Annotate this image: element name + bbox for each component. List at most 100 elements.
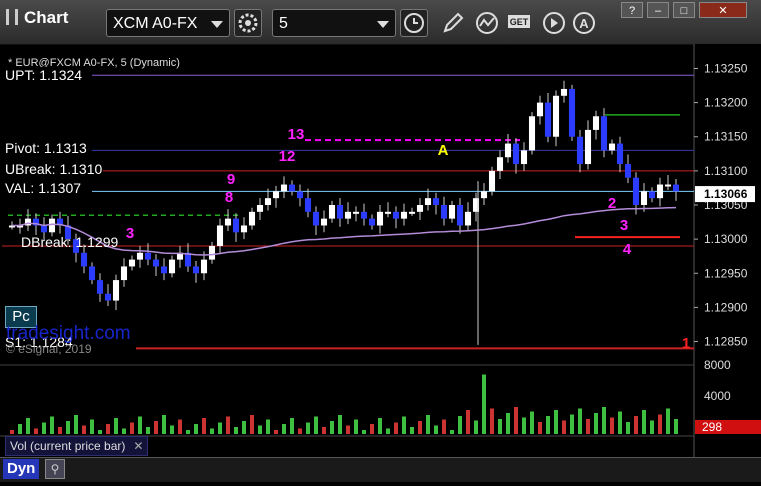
candle-body	[544, 102, 552, 137]
candle-body	[160, 266, 168, 274]
candle-body	[600, 116, 608, 151]
volume-axis-label: 4000	[704, 389, 731, 403]
dbreak-label: DBreak: 1.1299	[21, 234, 119, 250]
pencil-icon	[443, 12, 464, 33]
dyn-button[interactable]: Dyn	[3, 459, 40, 479]
lock-icon: ⚲	[50, 462, 60, 476]
candle-body	[304, 198, 312, 212]
candle-body	[480, 191, 488, 199]
play-button[interactable]	[541, 10, 567, 36]
candle-body	[136, 252, 144, 260]
candle-body	[152, 259, 160, 267]
settings-button[interactable]	[234, 9, 262, 37]
candle-body	[488, 170, 496, 192]
candle-body	[576, 136, 584, 165]
val-label: VAL: 1.1307	[4, 180, 83, 196]
chart-icon	[6, 9, 18, 25]
interval-dropdown[interactable]: 5	[272, 9, 396, 37]
candle-body	[424, 198, 432, 205]
vol-study-label[interactable]: Vol (current price bar) ✕	[5, 436, 149, 456]
studies-button[interactable]	[474, 10, 500, 36]
candle-body	[240, 225, 248, 233]
candle-body	[536, 102, 544, 117]
candle-body	[648, 191, 656, 199]
candle-body	[248, 211, 256, 226]
help-button[interactable]: ?	[621, 2, 643, 18]
candle-body	[312, 211, 320, 226]
candle-body	[416, 205, 424, 212]
minimize-button[interactable]: –	[647, 2, 669, 18]
candle-body	[608, 143, 616, 151]
get-button[interactable]: GET	[506, 10, 534, 36]
candle-body	[448, 205, 456, 219]
alert-button[interactable]: A	[571, 10, 597, 36]
candle-body	[328, 205, 336, 219]
candle-body	[592, 116, 600, 130]
interval-value: 5	[279, 15, 288, 32]
y-tick-label: 1.13200	[704, 96, 748, 110]
candle-body	[288, 184, 296, 192]
symbol-value: XCM A0-FX	[113, 15, 198, 32]
window-title-text: Chart	[24, 8, 69, 27]
candle-body	[88, 266, 96, 281]
annotation-marker: 4	[623, 241, 632, 258]
candle-body	[168, 259, 176, 274]
close-icon[interactable]: ✕	[133, 439, 143, 453]
lock-button[interactable]: ⚲	[45, 459, 65, 479]
minimize-icon: –	[654, 5, 662, 17]
volume-last-label: 298	[702, 420, 722, 434]
annotation-marker: 1	[682, 335, 690, 352]
candle-body	[528, 116, 536, 151]
close-button[interactable]: ✕	[699, 2, 747, 18]
annotation-marker: 9	[227, 171, 235, 188]
candle-body	[112, 280, 120, 301]
y-tick-label: 1.13100	[704, 164, 748, 178]
candle-body	[432, 198, 440, 205]
candle-body	[672, 184, 680, 192]
draw-button[interactable]	[440, 10, 466, 36]
maximize-button[interactable]: □	[673, 2, 695, 18]
candle-body	[280, 184, 288, 192]
play-icon	[543, 12, 565, 34]
symbol-dropdown[interactable]: XCM A0-FX	[106, 9, 230, 37]
price-chart[interactable]: 1.132501.132001.131501.131001.130501.130…	[0, 44, 761, 481]
candle-body	[584, 129, 592, 165]
candle-body	[104, 293, 112, 301]
volume-axis-label: 8000	[704, 358, 731, 372]
candle-body	[520, 150, 528, 165]
candle-body	[616, 143, 624, 165]
annotation-marker: 13	[288, 126, 305, 143]
candle-body	[208, 245, 216, 260]
annotation-marker: 8	[225, 189, 233, 206]
dyn-text: Dyn	[7, 460, 36, 477]
candle-body	[392, 211, 400, 219]
maximize-icon: □	[680, 5, 688, 17]
candle-body	[384, 211, 392, 214]
svg-text:A: A	[579, 16, 589, 31]
annotation-marker: 2	[608, 195, 616, 212]
y-tick-label: 1.13000	[704, 232, 748, 246]
candle-body	[192, 266, 200, 274]
candle-body	[144, 252, 152, 260]
candle-body	[552, 95, 560, 137]
vol-study-text: Vol (current price bar)	[10, 439, 126, 453]
annotation-marker: 12	[279, 148, 296, 165]
annotation-marker: A	[438, 142, 449, 159]
annotation-marker: 3	[620, 217, 628, 234]
candle-body	[504, 143, 512, 158]
window-title[interactable]: Chart	[6, 8, 68, 28]
candle-body	[632, 177, 640, 205]
candle-body	[224, 218, 232, 226]
chart-area[interactable]: 1.13250 1.13200 1.13150 1.13100 1.13050 1.130…	[0, 44, 761, 481]
study-icon	[476, 12, 498, 34]
candle-body	[360, 211, 368, 219]
candle-body	[200, 259, 208, 274]
svg-text:GET: GET	[510, 17, 529, 27]
chart-window: Chart XCM A0-FX 5 GET A ? – □ ✕ 1.13250 …	[0, 0, 761, 482]
candle-body	[352, 211, 360, 214]
candle-body	[664, 184, 672, 187]
candle-body	[256, 205, 264, 212]
candle-body	[400, 211, 408, 219]
candle-body	[624, 164, 632, 178]
time-button[interactable]	[400, 9, 428, 37]
